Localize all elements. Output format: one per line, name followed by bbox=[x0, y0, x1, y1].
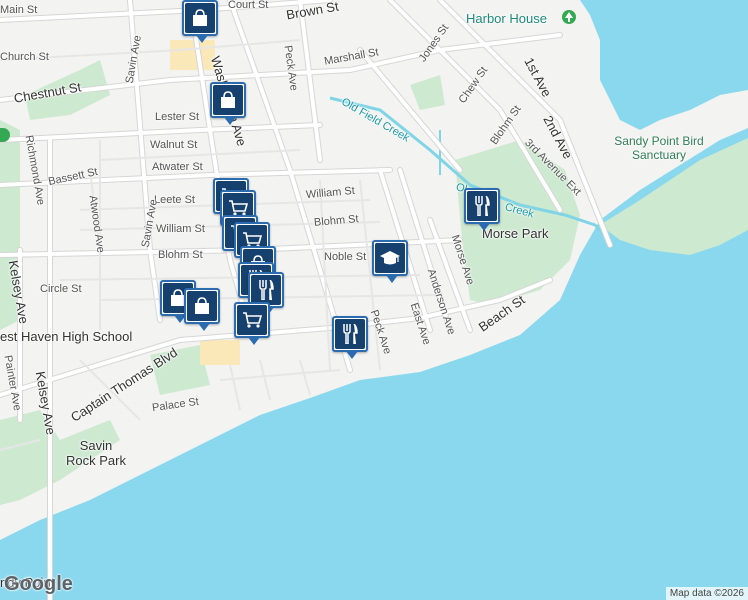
street-label: Main St bbox=[0, 4, 38, 16]
map-attribution[interactable]: Map data ©2026 bbox=[665, 587, 748, 600]
place-label-savin-rock-park[interactable]: Savin Rock Park bbox=[66, 438, 126, 468]
restaurant-pin[interactable] bbox=[332, 316, 368, 359]
place-label-sandy-point[interactable]: Sandy Point Bird Sanctuary bbox=[614, 134, 704, 162]
place-label-morse-park[interactable]: Morse Park bbox=[482, 227, 548, 240]
shopping-bag-pin[interactable] bbox=[184, 288, 220, 331]
shopping-bag-pin[interactable] bbox=[182, 0, 218, 43]
place-label-harbor-house[interactable]: Harbor House bbox=[466, 12, 547, 25]
restaurant-pin[interactable] bbox=[464, 188, 500, 231]
restaurant-icon bbox=[343, 324, 358, 344]
street-label: William St bbox=[156, 223, 205, 235]
school-icon bbox=[380, 251, 400, 265]
street-label: Circle St bbox=[40, 283, 82, 295]
shopping-cart-pin[interactable] bbox=[234, 302, 270, 345]
school-pin[interactable] bbox=[372, 240, 408, 283]
park-area-ne bbox=[410, 75, 445, 110]
street-label: Church St bbox=[0, 51, 49, 63]
street-label: Court St bbox=[228, 0, 269, 11]
shopping-bag-icon bbox=[195, 297, 209, 314]
map-canvas[interactable]: Main St Church St Chestnut St Court St B… bbox=[0, 0, 748, 600]
park-tree-icon bbox=[562, 10, 576, 24]
google-logo[interactable]: Google bbox=[4, 573, 73, 596]
street-label: Noble St bbox=[324, 251, 367, 263]
street-label: Walnut St bbox=[150, 139, 198, 151]
shopping-bag-icon bbox=[193, 9, 207, 26]
restaurant-icon bbox=[475, 196, 490, 216]
shopping-bag-pin[interactable] bbox=[210, 82, 246, 125]
shopping-bag-icon bbox=[221, 91, 235, 108]
map-base bbox=[0, 0, 748, 600]
street-label: Blohm St bbox=[158, 249, 203, 261]
street-label: Leete St bbox=[154, 194, 195, 206]
shopping-cart-icon bbox=[243, 312, 262, 328]
place-label-high-school[interactable]: est Haven High School bbox=[0, 330, 132, 343]
street-label: Lester St bbox=[155, 111, 200, 123]
street-label: Atwater St bbox=[152, 161, 203, 173]
restaurant-icon bbox=[259, 280, 274, 300]
